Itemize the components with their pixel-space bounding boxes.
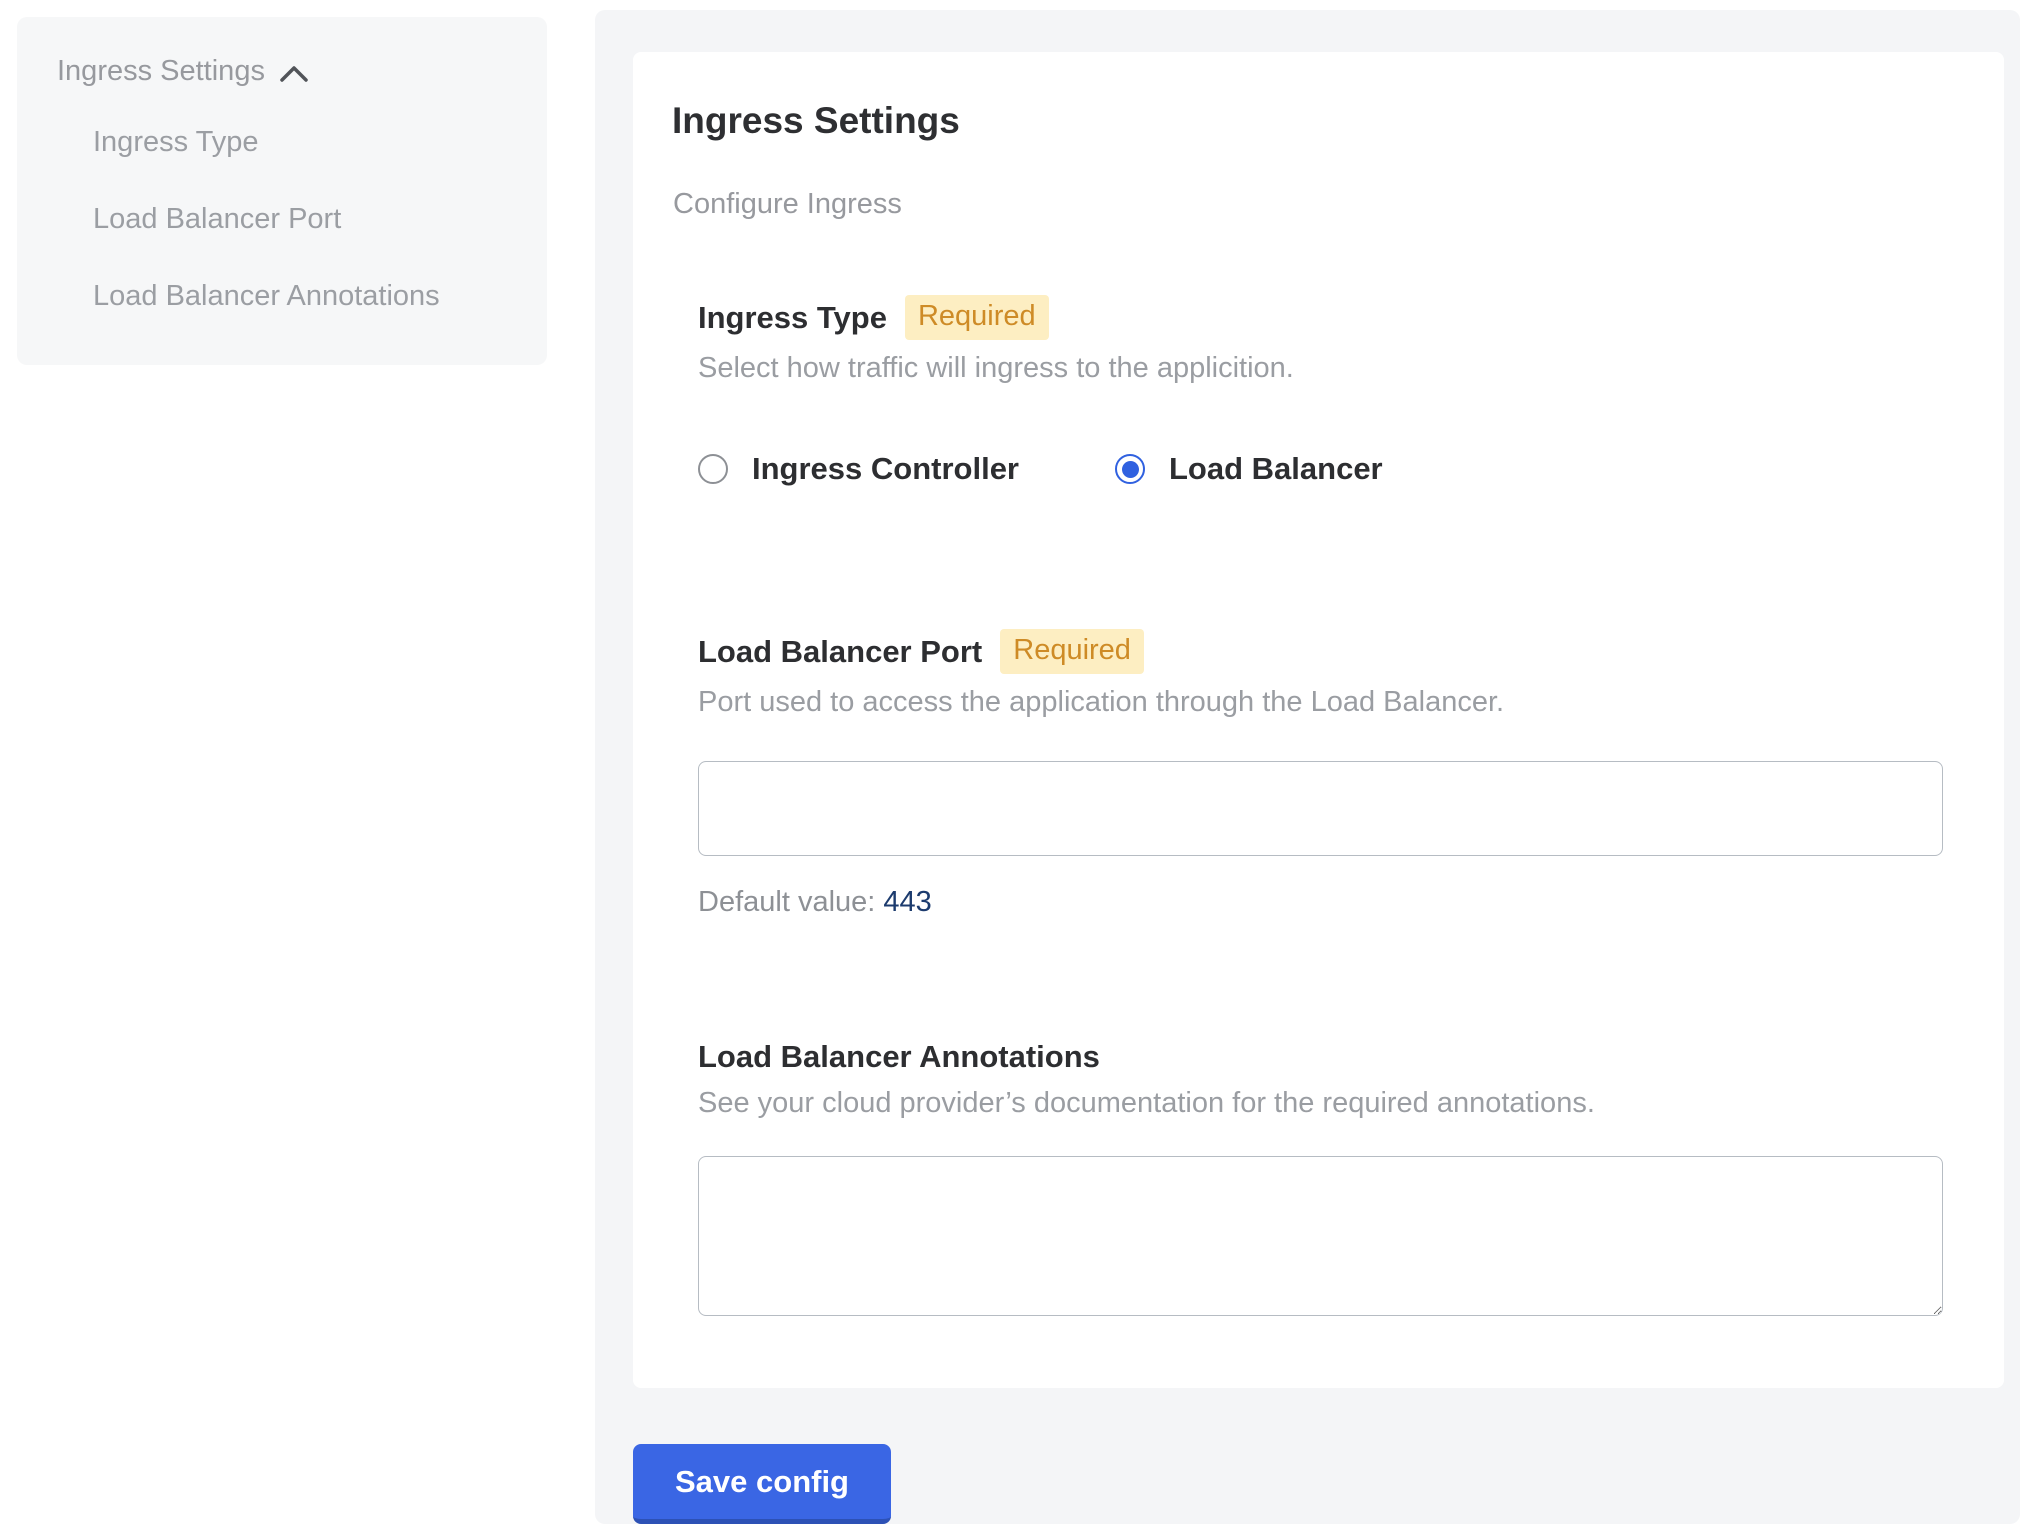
radio-option-ingress-controller[interactable]: Ingress Controller: [698, 451, 1019, 487]
fields: Ingress Type Required Select how traffic…: [698, 295, 1943, 1316]
radio-option-load-balancer[interactable]: Load Balancer: [1115, 451, 1383, 487]
field-help-load-balancer-annotations: See your cloud provider’s documentation …: [698, 1087, 1943, 1120]
radio-selected-icon: [1115, 454, 1145, 484]
sidebar-item-load-balancer-port[interactable]: Load Balancer Port: [93, 197, 507, 242]
default-value: 443: [883, 886, 931, 918]
sidebar-item-ingress-type[interactable]: Ingress Type: [93, 120, 507, 165]
field-head-load-balancer-port: Load Balancer Port Required: [698, 629, 1943, 674]
config-main-panel: Ingress Settings Configure Ingress Ingre…: [595, 10, 2020, 1524]
sidebar-group-ingress-settings[interactable]: Ingress Settings: [57, 55, 507, 88]
sidebar-group-label: Ingress Settings: [57, 55, 265, 88]
radio-label-load-balancer: Load Balancer: [1169, 451, 1383, 487]
ingress-type-radio-group: Ingress Controller Load Balancer: [698, 451, 1943, 487]
radio-label-ingress-controller: Ingress Controller: [752, 451, 1019, 487]
page: Ingress Settings Ingress Type Load Balan…: [0, 0, 2036, 1452]
field-label-load-balancer-port: Load Balancer Port: [698, 634, 982, 670]
chevron-up-icon: [279, 65, 309, 83]
field-head-ingress-type: Ingress Type Required: [698, 295, 1943, 340]
field-head-load-balancer-annotations: Load Balancer Annotations: [698, 1039, 1943, 1075]
load-balancer-annotations-textarea[interactable]: [698, 1156, 1943, 1316]
field-load-balancer-annotations: Load Balancer Annotations See your cloud…: [698, 1039, 1943, 1316]
load-balancer-port-input[interactable]: [698, 761, 1943, 856]
field-label-load-balancer-annotations: Load Balancer Annotations: [698, 1039, 1100, 1075]
default-value-line: Default value: 443: [698, 886, 1943, 919]
config-nav-sidebar: Ingress Settings Ingress Type Load Balan…: [17, 17, 547, 365]
ingress-settings-card: Ingress Settings Configure Ingress Ingre…: [633, 52, 2004, 1388]
required-badge: Required: [905, 295, 1049, 340]
page-subtitle: Configure Ingress: [673, 188, 1943, 221]
save-config-button[interactable]: Save config: [633, 1444, 891, 1524]
field-label-ingress-type: Ingress Type: [698, 300, 887, 336]
field-ingress-type: Ingress Type Required Select how traffic…: [698, 295, 1943, 487]
field-help-load-balancer-port: Port used to access the application thro…: [698, 686, 1943, 719]
required-badge: Required: [1000, 629, 1144, 674]
page-title: Ingress Settings: [672, 100, 1943, 142]
field-help-ingress-type: Select how traffic will ingress to the a…: [698, 352, 1943, 385]
sidebar-items: Ingress Type Load Balancer Port Load Bal…: [57, 120, 507, 319]
field-load-balancer-port: Load Balancer Port Required Port used to…: [698, 629, 1943, 919]
sidebar-item-load-balancer-annotations[interactable]: Load Balancer Annotations: [93, 274, 507, 319]
default-value-label: Default value:: [698, 886, 875, 918]
radio-unselected-icon: [698, 454, 728, 484]
